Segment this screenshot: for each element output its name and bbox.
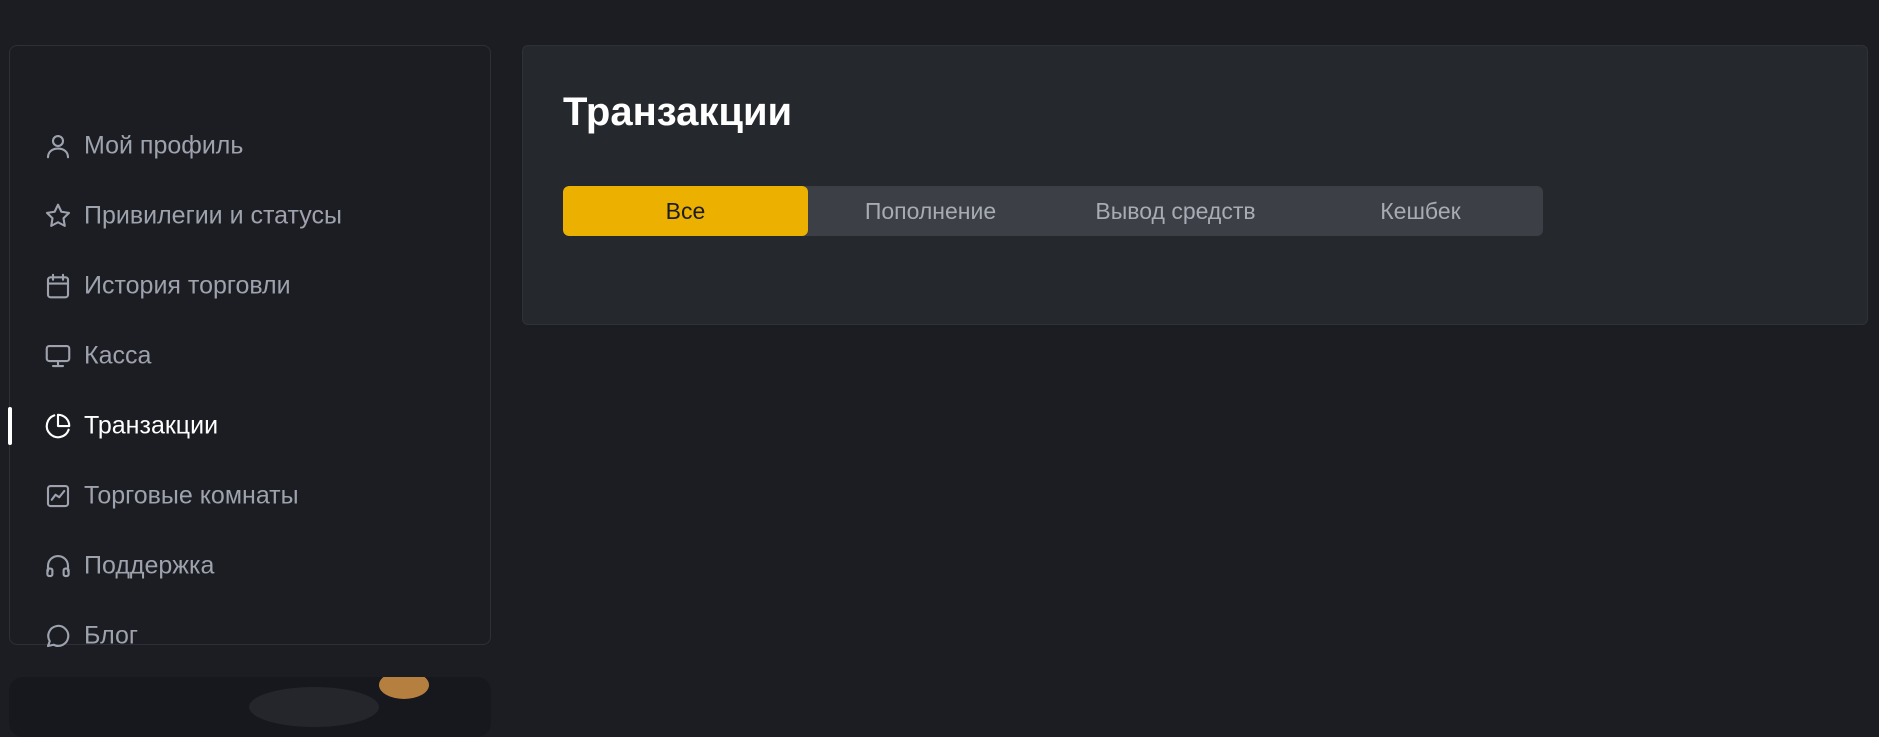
tab-deposit[interactable]: Пополнение — [808, 186, 1053, 236]
sidebar-item-label: Привилегии и статусы — [84, 201, 342, 230]
sidebar-item-label: Транзакции — [84, 411, 219, 440]
calendar-icon — [43, 271, 73, 301]
tab-cashback[interactable]: Кешбек — [1298, 186, 1543, 236]
sidebar-item-label: Касса — [84, 341, 152, 370]
sidebar-item-label: Мой профиль — [84, 131, 244, 160]
pie-chart-icon — [43, 411, 73, 441]
active-indicator — [8, 407, 12, 445]
sidebar-item-trading-rooms[interactable]: Торговые комнаты — [10, 471, 490, 521]
trending-chart-icon — [43, 481, 73, 511]
headphones-icon — [43, 551, 73, 581]
sidebar-item-profile[interactable]: Мой профиль — [10, 121, 490, 171]
sidebar-item-label: История торговли — [84, 271, 291, 300]
sidebar: Мой профиль Привилегии и статусы История… — [8, 45, 491, 650]
promo-banner-image — [379, 677, 429, 699]
sidebar-item-support[interactable]: Поддержка — [10, 541, 490, 591]
sidebar-item-cashier[interactable]: Касса — [10, 331, 490, 381]
user-icon — [43, 131, 73, 161]
page-title: Транзакции — [563, 90, 793, 134]
tab-all[interactable]: Все — [563, 186, 808, 236]
promo-banner-image — [249, 687, 379, 727]
sidebar-item-label: Поддержка — [84, 551, 215, 580]
chat-bubble-icon — [43, 621, 73, 651]
promo-banner[interactable] — [9, 677, 491, 737]
sidebar-item-blog[interactable]: Блог — [10, 611, 490, 661]
monitor-icon — [43, 341, 73, 371]
transaction-filter-tabs: Все Пополнение Вывод средств Кешбек — [563, 186, 1543, 236]
sidebar-item-trade-history[interactable]: История торговли — [10, 261, 490, 311]
sidebar-item-label: Блог — [84, 621, 139, 650]
transactions-panel: Транзакции Все Пополнение Вывод средств … — [522, 45, 1868, 325]
sidebar-item-transactions[interactable]: Транзакции — [8, 401, 490, 451]
sidebar-item-privileges[interactable]: Привилегии и статусы — [10, 191, 490, 241]
tab-withdrawal[interactable]: Вывод средств — [1053, 186, 1298, 236]
star-icon — [43, 201, 73, 231]
sidebar-item-label: Торговые комнаты — [84, 481, 299, 510]
